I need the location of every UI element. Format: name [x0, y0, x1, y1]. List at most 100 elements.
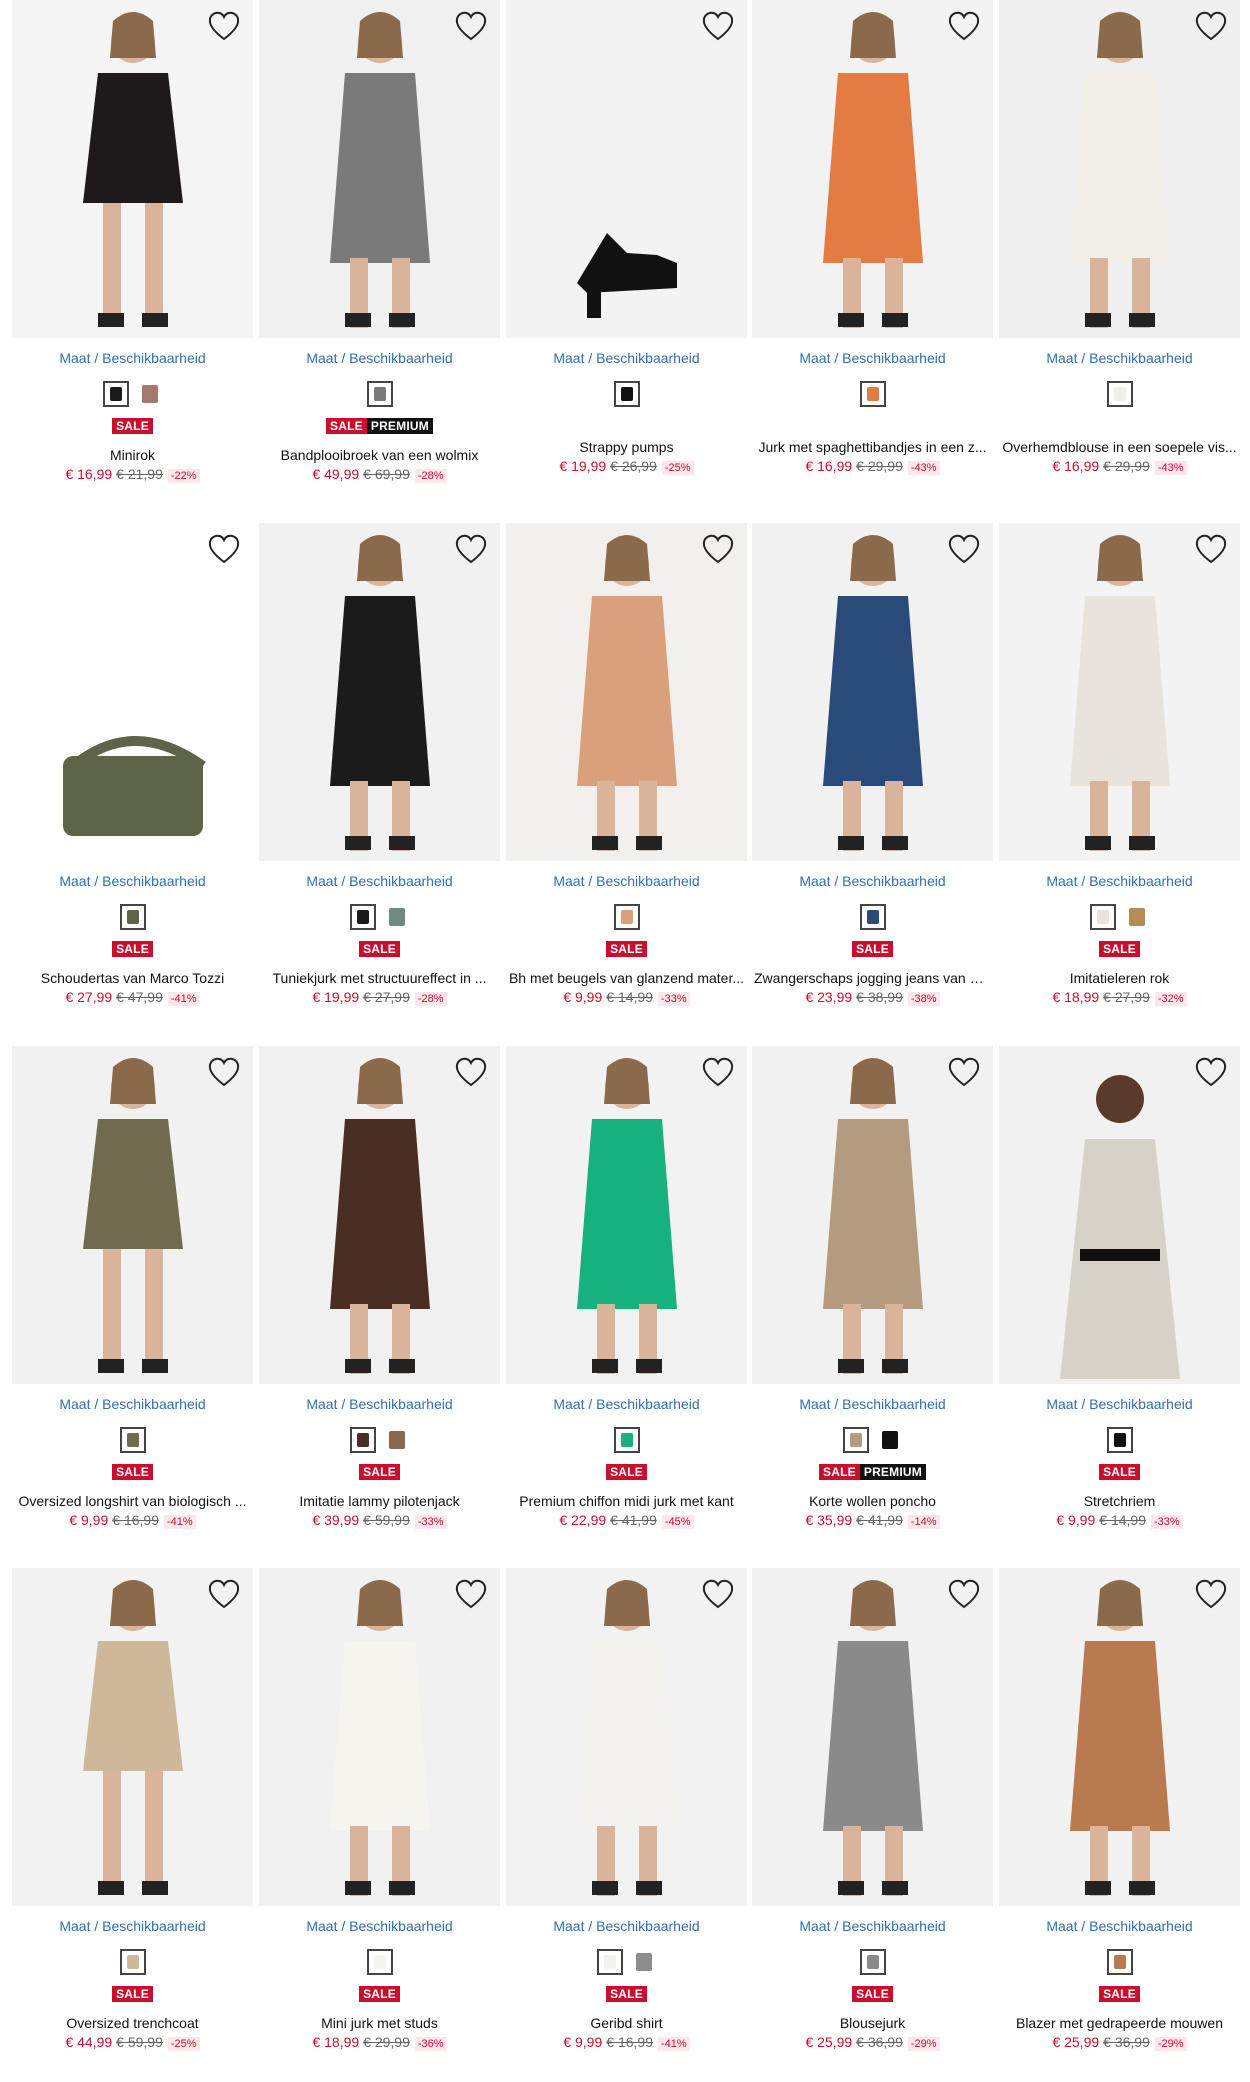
- product-image[interactable]: [999, 1568, 1240, 1906]
- wishlist-heart-icon[interactable]: [454, 1056, 488, 1088]
- product-image[interactable]: [506, 0, 747, 338]
- product-card[interactable]: Maat / Beschikbaarheid SALE Bh met beugels…: [506, 523, 747, 1033]
- product-name[interactable]: Schoudertas van Marco Tozzi: [12, 970, 253, 986]
- size-availability-link[interactable]: Maat / Beschikbaarheid: [752, 350, 993, 366]
- wishlist-heart-icon[interactable]: [207, 533, 241, 565]
- product-card[interactable]: Maat / Beschikbaarheid Overhemdblouse in …: [999, 0, 1240, 510]
- product-image[interactable]: [12, 1568, 253, 1906]
- color-swatch[interactable]: [349, 1427, 376, 1453]
- product-name[interactable]: Jurk met spaghettibandjes in een z...: [752, 439, 993, 455]
- size-availability-link[interactable]: Maat / Beschikbaarheid: [12, 1396, 253, 1412]
- product-name[interactable]: Bandplooibroek van een wolmix: [259, 447, 500, 463]
- product-name[interactable]: Premium chiffon midi jurk met kant: [506, 1493, 747, 1509]
- size-availability-link[interactable]: Maat / Beschikbaarheid: [752, 873, 993, 889]
- product-card[interactable]: Maat / Beschikbaarheid SALE Imitatie lammy…: [259, 1046, 500, 1556]
- product-card[interactable]: Maat / Beschikbaarheid SALE Imitatieleren …: [999, 523, 1240, 1033]
- product-image[interactable]: [259, 1046, 500, 1384]
- product-image[interactable]: [752, 523, 993, 861]
- color-swatch[interactable]: [630, 1949, 657, 1975]
- product-card[interactable]: Maat / Beschikbaarheid SALE Oversized long…: [12, 1046, 253, 1556]
- product-name[interactable]: Blazer met gedrapeerde mouwen: [999, 2015, 1240, 2031]
- color-swatch[interactable]: [383, 1427, 410, 1453]
- size-availability-link[interactable]: Maat / Beschikbaarheid: [999, 350, 1240, 366]
- wishlist-heart-icon[interactable]: [701, 1578, 735, 1610]
- wishlist-heart-icon[interactable]: [701, 10, 735, 42]
- size-availability-link[interactable]: Maat / Beschikbaarheid: [506, 873, 747, 889]
- product-card[interactable]: Maat / Beschikbaarheid SALE Blazer met ged…: [999, 1568, 1240, 2078]
- color-swatch[interactable]: [102, 381, 129, 407]
- product-card[interactable]: Maat / Beschikbaarheid SALE Zwangerschaps …: [752, 523, 993, 1033]
- color-swatch[interactable]: [349, 904, 376, 930]
- color-swatch[interactable]: [119, 904, 146, 930]
- product-card[interactable]: Maat / Beschikbaarheid SALE Schoudertas va…: [12, 523, 253, 1033]
- product-name[interactable]: Stretchriem: [999, 1493, 1240, 1509]
- product-card[interactable]: Maat / Beschikbaarheid SALE PREMIUM Korte w…: [752, 1046, 993, 1556]
- product-image[interactable]: [506, 1568, 747, 1906]
- product-image[interactable]: [999, 1046, 1240, 1384]
- size-availability-link[interactable]: Maat / Beschikbaarheid: [259, 1396, 500, 1412]
- product-image[interactable]: [259, 1568, 500, 1906]
- color-swatch[interactable]: [613, 904, 640, 930]
- product-image[interactable]: [752, 1046, 993, 1384]
- size-availability-link[interactable]: Maat / Beschikbaarheid: [506, 1396, 747, 1412]
- product-card[interactable]: Maat / Beschikbaarheid SALE Stretchriem € 9…: [999, 1046, 1240, 1556]
- product-image[interactable]: [259, 523, 500, 861]
- product-card[interactable]: Maat / Beschikbaarheid Strappy pumps € 19,…: [506, 0, 747, 510]
- product-image[interactable]: [12, 1046, 253, 1384]
- color-swatch[interactable]: [596, 1949, 623, 1975]
- color-swatch[interactable]: [1106, 1949, 1133, 1975]
- product-card[interactable]: Maat / Beschikbaarheid SALE Mini jurk met …: [259, 1568, 500, 2078]
- size-availability-link[interactable]: Maat / Beschikbaarheid: [506, 350, 747, 366]
- product-image[interactable]: [506, 1046, 747, 1384]
- product-image[interactable]: [752, 1568, 993, 1906]
- product-image[interactable]: [259, 0, 500, 338]
- size-availability-link[interactable]: Maat / Beschikbaarheid: [752, 1396, 993, 1412]
- product-name[interactable]: Geribd shirt: [506, 2015, 747, 2031]
- size-availability-link[interactable]: Maat / Beschikbaarheid: [752, 1918, 993, 1934]
- color-swatch[interactable]: [859, 904, 886, 930]
- wishlist-heart-icon[interactable]: [1194, 1578, 1228, 1610]
- product-card[interactable]: Maat / Beschikbaarheid SALE PREMIUM Bandplo…: [259, 0, 500, 510]
- product-image[interactable]: [506, 523, 747, 861]
- product-name[interactable]: Imitatie lammy pilotenjack: [259, 1493, 500, 1509]
- color-swatch[interactable]: [119, 1427, 146, 1453]
- wishlist-heart-icon[interactable]: [454, 533, 488, 565]
- product-card[interactable]: Maat / Beschikbaarheid SALE Oversized tren…: [12, 1568, 253, 2078]
- wishlist-heart-icon[interactable]: [1194, 10, 1228, 42]
- wishlist-heart-icon[interactable]: [207, 1578, 241, 1610]
- size-availability-link[interactable]: Maat / Beschikbaarheid: [999, 1396, 1240, 1412]
- product-name[interactable]: Minirok: [12, 447, 253, 463]
- color-swatch[interactable]: [366, 381, 393, 407]
- product-name[interactable]: Strappy pumps: [506, 439, 747, 455]
- wishlist-heart-icon[interactable]: [947, 533, 981, 565]
- product-image[interactable]: [752, 0, 993, 338]
- color-swatch[interactable]: [859, 1949, 886, 1975]
- color-swatch[interactable]: [613, 1427, 640, 1453]
- wishlist-heart-icon[interactable]: [947, 10, 981, 42]
- wishlist-heart-icon[interactable]: [701, 1056, 735, 1088]
- product-card[interactable]: Maat / Beschikbaarheid SALE Tuniekjurk met…: [259, 523, 500, 1033]
- wishlist-heart-icon[interactable]: [1194, 1056, 1228, 1088]
- size-availability-link[interactable]: Maat / Beschikbaarheid: [12, 873, 253, 889]
- color-swatch[interactable]: [366, 1949, 393, 1975]
- product-name[interactable]: Zwangerschaps jogging jeans van bi...: [752, 970, 993, 986]
- product-name[interactable]: Oversized trenchcoat: [12, 2015, 253, 2031]
- product-name[interactable]: Korte wollen poncho: [752, 1493, 993, 1509]
- wishlist-heart-icon[interactable]: [947, 1578, 981, 1610]
- product-card[interactable]: Maat / Beschikbaarheid SALE Geribd shirt € …: [506, 1568, 747, 2078]
- size-availability-link[interactable]: Maat / Beschikbaarheid: [999, 873, 1240, 889]
- product-name[interactable]: Oversized longshirt van biologisch ...: [12, 1493, 253, 1509]
- wishlist-heart-icon[interactable]: [207, 1056, 241, 1088]
- size-availability-link[interactable]: Maat / Beschikbaarheid: [506, 1918, 747, 1934]
- wishlist-heart-icon[interactable]: [701, 533, 735, 565]
- size-availability-link[interactable]: Maat / Beschikbaarheid: [259, 350, 500, 366]
- wishlist-heart-icon[interactable]: [1194, 533, 1228, 565]
- product-card[interactable]: Maat / Beschikbaarheid SALE Minirok € 16,99…: [12, 0, 253, 510]
- color-swatch[interactable]: [842, 1427, 869, 1453]
- size-availability-link[interactable]: Maat / Beschikbaarheid: [259, 1918, 500, 1934]
- size-availability-link[interactable]: Maat / Beschikbaarheid: [259, 873, 500, 889]
- product-card[interactable]: Maat / Beschikbaarheid SALE Premium chiffo…: [506, 1046, 747, 1556]
- size-availability-link[interactable]: Maat / Beschikbaarheid: [12, 350, 253, 366]
- color-swatch[interactable]: [136, 381, 163, 407]
- color-swatch[interactable]: [876, 1427, 903, 1453]
